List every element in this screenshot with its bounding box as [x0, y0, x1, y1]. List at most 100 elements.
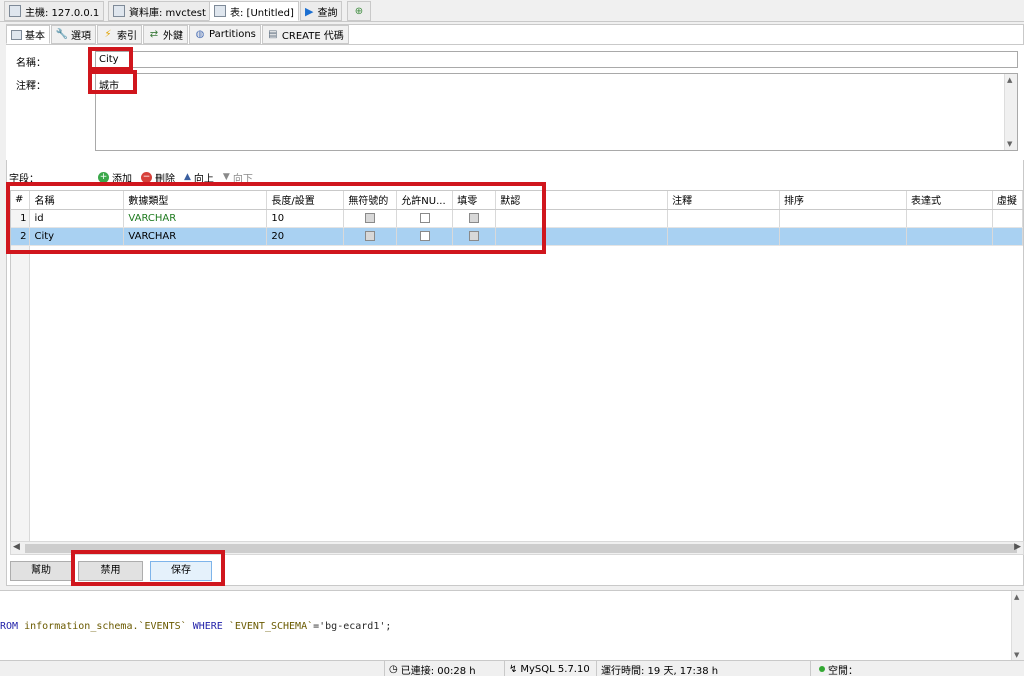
sql-log-scrollbar[interactable]: ▲ ▼ [1011, 591, 1024, 661]
table-row[interactable]: 2 City VARCHAR 20 [11, 227, 1023, 246]
status-connected: ◷ 已連接: 00:28 h [384, 661, 504, 676]
add-icon: + [98, 171, 109, 183]
table-row[interactable]: 1 id VARCHAR 10 [11, 209, 1023, 228]
zerofill-cell[interactable] [452, 209, 497, 228]
columns-header-row: # 名稱 數據類型 長度/設置 無符號的 允許NU... 填零 默認 注釋 排序… [11, 191, 1023, 210]
collation-cell[interactable] [779, 227, 907, 246]
header-zerofill[interactable]: 填零 [452, 191, 497, 210]
subtab-foreign-keys[interactable]: ⇄ 外鍵 [143, 25, 188, 44]
header-allow-null[interactable]: 允許NU... [396, 191, 454, 210]
triangle-up-icon: ▲ [184, 172, 191, 182]
collation-cell[interactable] [779, 209, 907, 228]
row-number: 1 [11, 209, 31, 228]
header-unsigned[interactable]: 無符號的 [343, 191, 398, 210]
server-icon [9, 5, 21, 17]
column-name-cell[interactable]: City [29, 227, 125, 246]
sql-log-line: ROM information_schema.`EVENTS` WHERE `E… [0, 621, 391, 632]
tab-query-label: 查詢 [317, 7, 338, 19]
status-server: ↯ MySQL 5.7.10 [504, 661, 596, 676]
header-comment[interactable]: 注釋 [667, 191, 781, 210]
allow-null-cell[interactable] [396, 209, 454, 228]
virtual-cell[interactable] [992, 227, 1023, 246]
save-button[interactable]: 保存 [150, 561, 212, 581]
table-name-input[interactable]: City [95, 51, 1018, 68]
header-collation[interactable]: 排序 [779, 191, 907, 210]
column-name-cell[interactable]: id [29, 209, 125, 228]
move-up-button[interactable]: ▲ 向上 [184, 170, 214, 185]
subtab-indexes-label: 索引 [117, 31, 137, 42]
sql-column-ref: `EVENT_SCHEMA` [228, 621, 314, 632]
zerofill-cell[interactable] [452, 227, 497, 246]
unsigned-checkbox[interactable] [365, 230, 376, 241]
length-cell[interactable]: 10 [266, 209, 345, 228]
status-connected-text: 已連接: 00:28 h [400, 665, 476, 676]
status-idle: 空閒： [810, 661, 1024, 676]
add-field-button[interactable]: + 添加 [98, 170, 132, 185]
partitions-icon: ◍ [195, 29, 205, 40]
zerofill-checkbox[interactable] [469, 212, 480, 223]
database-icon [113, 5, 125, 17]
table-comment-textarea[interactable]: 城市 ▲ ▼ [95, 73, 1018, 151]
sql-keyword-where: WHERE [192, 621, 223, 632]
subtab-indexes[interactable]: ⚡ 索引 [97, 25, 142, 44]
new-query-tab-button[interactable]: ⊕ [347, 1, 371, 21]
comment-scrollbar[interactable]: ▲ ▼ [1004, 74, 1017, 150]
allow-null-checkbox[interactable] [419, 230, 430, 241]
header-expression[interactable]: 表達式 [906, 191, 993, 210]
scroll-left-icon[interactable]: ◀ [13, 542, 20, 552]
subtab-partitions[interactable]: ◍ Partitions [189, 25, 261, 44]
move-down-label: 向下 [232, 173, 253, 185]
grid-horizontal-scrollbar[interactable]: ◀ ▶ [10, 541, 1024, 555]
scroll-down-icon: ▼ [1007, 140, 1013, 148]
expression-cell[interactable] [906, 209, 993, 228]
virtual-cell[interactable] [992, 209, 1023, 228]
tab-table[interactable]: 表: [Untitled] [209, 1, 299, 21]
remove-icon: − [141, 171, 152, 183]
default-cell[interactable] [495, 227, 669, 246]
name-label: 名稱： [16, 58, 46, 69]
fields-toolbar: 字段： + 添加 − 刪除 ▲ 向上 ▼ 向下 [6, 168, 1024, 186]
unsigned-cell[interactable] [343, 227, 398, 246]
sql-value: ='bg-ecard1'; [313, 621, 392, 632]
default-cell[interactable] [495, 209, 669, 228]
comment-cell[interactable] [667, 227, 781, 246]
datatype-cell[interactable]: VARCHAR [123, 209, 268, 228]
lightning-icon: ⚡ [104, 29, 112, 40]
add-field-label: 添加 [112, 173, 132, 185]
tab-database[interactable]: 資料庫: mvctest [108, 1, 211, 21]
header-num[interactable]: # [11, 191, 31, 210]
columns-grid[interactable]: # 名稱 數據類型 長度/設置 無符號的 允許NU... 填零 默認 注釋 排序… [10, 190, 1024, 544]
remove-field-button[interactable]: − 刪除 [141, 170, 175, 185]
table-icon [214, 5, 226, 17]
header-length[interactable]: 長度/設置 [266, 191, 345, 210]
comment-cell[interactable] [667, 209, 781, 228]
scroll-right-icon[interactable]: ▶ [1014, 542, 1021, 552]
discard-button[interactable]: 禁用 [78, 561, 143, 581]
allow-null-checkbox[interactable] [419, 212, 430, 223]
comment-label: 注釋： [16, 81, 46, 92]
subtab-create-code[interactable]: ▤ CREATE 代碼 [261, 25, 349, 44]
length-cell[interactable]: 20 [266, 227, 345, 246]
move-down-button[interactable]: ▼ 向下 [223, 170, 253, 185]
header-name[interactable]: 名稱 [29, 191, 125, 210]
sql-log-panel[interactable]: ROM information_schema.`EVENTS` WHERE `E… [0, 590, 1024, 661]
sql-keyword-from: ROM [0, 621, 19, 632]
tab-query[interactable]: ▶ 查詢 [300, 1, 343, 21]
status-server-text: MySQL 5.7.10 [520, 663, 590, 675]
tab-table-label: 表: [Untitled] [230, 7, 294, 19]
subtab-options[interactable]: 🔧 選項 [51, 25, 96, 44]
columns-table: # 名稱 數據類型 長度/設置 無符號的 允許NU... 填零 默認 注釋 排序… [11, 191, 1023, 246]
zerofill-checkbox[interactable] [469, 230, 480, 241]
tab-host[interactable]: 主機: 127.0.0.1 [4, 1, 105, 21]
unsigned-cell[interactable] [343, 209, 398, 228]
scrollbar-thumb[interactable] [25, 544, 1017, 553]
header-default[interactable]: 默認 [495, 191, 669, 210]
datatype-cell[interactable]: VARCHAR [123, 227, 268, 246]
allow-null-cell[interactable] [396, 227, 454, 246]
expression-cell[interactable] [906, 227, 993, 246]
help-button[interactable]: 幫助 [10, 561, 72, 581]
unsigned-checkbox[interactable] [365, 212, 376, 223]
subtab-basic[interactable]: 基本 [6, 25, 50, 44]
header-datatype[interactable]: 數據類型 [123, 191, 268, 210]
header-virtual[interactable]: 虛擬 [992, 191, 1023, 210]
